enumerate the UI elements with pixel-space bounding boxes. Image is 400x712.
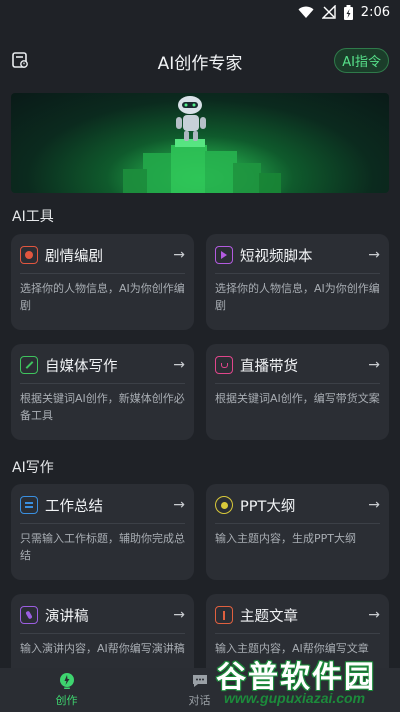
battery-icon xyxy=(343,4,353,20)
wifi-icon xyxy=(298,6,314,18)
card-ppt-outline[interactable]: PPT大纲 → 输入主题内容，生成PPT大纲 xyxy=(206,484,389,580)
card-description: 根据关键词AI创作，编写带货文案 xyxy=(215,392,380,405)
card-title: 工作总结 xyxy=(45,498,103,515)
nav-label: 对话 xyxy=(188,694,211,707)
book-icon xyxy=(215,606,233,624)
nav-item-profile[interactable] xyxy=(266,668,399,712)
divider xyxy=(215,273,380,274)
status-bar: 2:06 xyxy=(0,0,400,24)
pencil-icon xyxy=(20,356,38,374)
card-description: 输入主题内容，AI帮你编写文章 xyxy=(215,642,369,655)
divider xyxy=(215,523,380,524)
divider xyxy=(215,383,380,384)
card-live-selling[interactable]: 直播带货 → 根据关键词AI创作，编写带货文案 xyxy=(206,344,389,440)
card-self-media-writing[interactable]: 自媒体写作 → 根据关键词AI创作，新媒体创作必备工具 xyxy=(11,344,194,440)
card-title: PPT大纲 xyxy=(240,498,296,515)
chat-icon xyxy=(192,675,207,687)
arrow-right-icon: → xyxy=(368,607,380,623)
arrow-right-icon: → xyxy=(368,247,380,263)
drama-icon xyxy=(20,246,38,264)
card-title: 自媒体写作 xyxy=(45,358,118,375)
card-description: 只需输入工作标题，辅助你完成总结 xyxy=(20,532,185,562)
hero-banner[interactable] xyxy=(11,93,389,193)
arrow-right-icon: → xyxy=(368,497,380,513)
create-icon xyxy=(59,673,74,689)
card-description: 选择你的人物信息，AI为你创作编剧 xyxy=(20,282,185,312)
card-work-summary[interactable]: 工作总结 → 只需输入工作标题，辅助你完成总结 xyxy=(11,484,194,580)
arrow-right-icon: → xyxy=(173,247,185,263)
no-signal-icon xyxy=(321,5,336,19)
shopping-bag-icon xyxy=(215,356,233,374)
ai-command-button[interactable]: AI指令 xyxy=(334,48,389,73)
nav-label: 创作 xyxy=(55,694,78,707)
clock: 2:06 xyxy=(360,4,390,20)
card-description: 输入演讲内容，AI帮你编写演讲稿 xyxy=(20,642,185,655)
divider xyxy=(20,633,185,634)
divider xyxy=(20,383,185,384)
top-app-bar: AI创作专家 AI指令 xyxy=(0,40,400,82)
page-title: AI创作专家 xyxy=(157,53,243,74)
history-icon[interactable] xyxy=(11,51,29,69)
divider xyxy=(215,633,380,634)
ppt-icon xyxy=(215,496,233,514)
nav-item-create[interactable]: 创作 xyxy=(0,668,133,712)
document-icon xyxy=(20,496,38,514)
divider xyxy=(20,523,185,524)
microphone-icon xyxy=(20,606,38,624)
card-title: 主题文章 xyxy=(240,608,298,625)
video-icon xyxy=(215,246,233,264)
card-description: 根据关键词AI创作，新媒体创作必备工具 xyxy=(20,392,185,422)
card-title: 演讲稿 xyxy=(45,608,89,625)
divider xyxy=(20,273,185,274)
card-description: 选择你的人物信息，AI为你创作编剧 xyxy=(215,282,380,312)
bottom-navigation: 创作 对话 xyxy=(0,668,400,712)
section-title-ai-writing: AI写作 xyxy=(12,460,54,476)
card-title: 直播带货 xyxy=(240,358,298,375)
card-title: 剧情编剧 xyxy=(45,248,103,265)
robot-illustration xyxy=(123,96,281,193)
nav-item-chat[interactable]: 对话 xyxy=(133,668,266,712)
arrow-right-icon: → xyxy=(173,497,185,513)
card-drama-script[interactable]: 剧情编剧 → 选择你的人物信息，AI为你创作编剧 xyxy=(11,234,194,330)
card-description: 输入主题内容，生成PPT大纲 xyxy=(215,532,356,545)
card-short-video-script[interactable]: 短视频脚本 → 选择你的人物信息，AI为你创作编剧 xyxy=(206,234,389,330)
section-title-ai-tools: AI工具 xyxy=(12,209,54,225)
card-title: 短视频脚本 xyxy=(240,248,313,265)
arrow-right-icon: → xyxy=(173,357,185,373)
arrow-right-icon: → xyxy=(173,607,185,623)
arrow-right-icon: → xyxy=(368,357,380,373)
